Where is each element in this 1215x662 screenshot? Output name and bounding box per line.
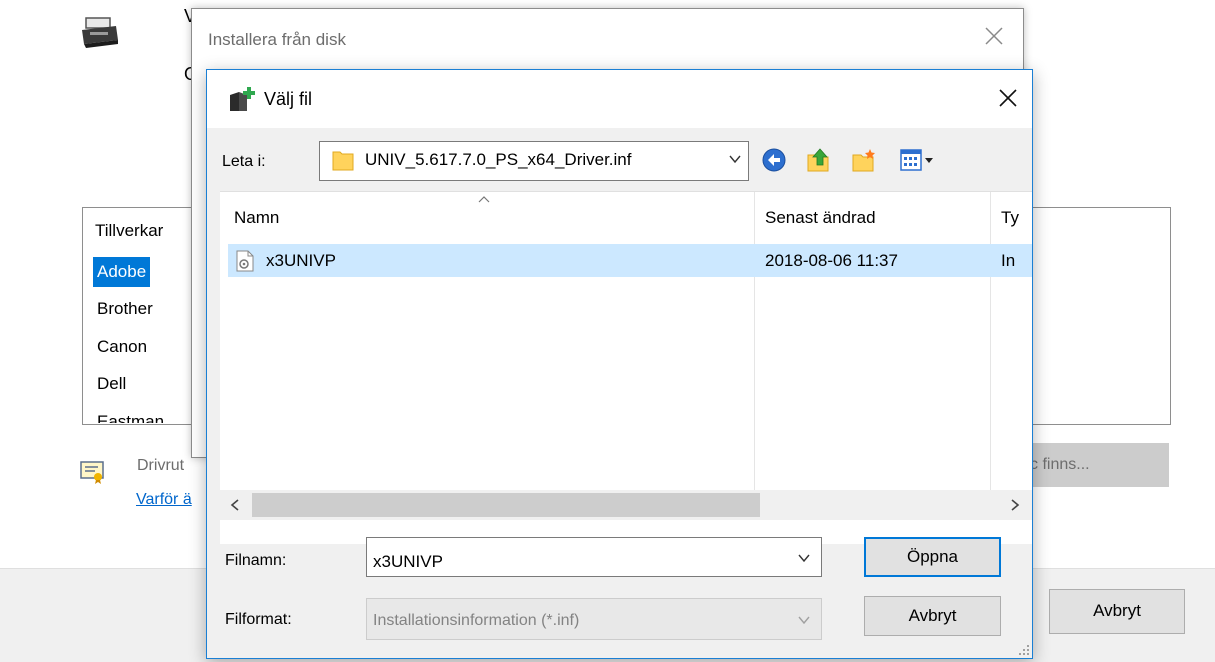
- printer-icon: [82, 17, 118, 48]
- scroll-right-icon[interactable]: [1000, 490, 1030, 520]
- look-in-label: Leta i:: [222, 153, 266, 170]
- file-name: x3UNIVP: [266, 251, 336, 270]
- column-header-modified[interactable]: Senast ändrad: [755, 192, 990, 244]
- choose-file-dialog: Välj fil Leta i: UNIV_5.617.7.0_PS_x64_D…: [206, 69, 1033, 659]
- close-icon[interactable]: [981, 23, 1007, 49]
- open-button[interactable]: Öppna: [864, 537, 1001, 577]
- certificate-icon: [80, 461, 104, 484]
- column-divider[interactable]: [990, 192, 991, 492]
- list-item[interactable]: Brother: [93, 294, 157, 324]
- scroll-left-icon[interactable]: [220, 490, 250, 520]
- column-header-name[interactable]: Namn: [220, 192, 754, 244]
- dialog-titlebar: Välj fil: [207, 70, 1032, 128]
- list-item[interactable]: Dell: [93, 369, 130, 399]
- file-list[interactable]: Namn Senast ändrad Ty x3UNIVP 2018-08-06…: [220, 191, 1032, 544]
- close-icon[interactable]: [996, 86, 1020, 110]
- why-important-link[interactable]: Varför ä: [136, 491, 192, 509]
- file-modified: 2018-08-06 11:37: [765, 251, 898, 270]
- back-icon[interactable]: [761, 147, 787, 173]
- dialog-title: Installera från disk: [208, 30, 346, 49]
- column-header-type[interactable]: Ty: [991, 192, 1032, 244]
- chevron-down-icon: [729, 155, 741, 164]
- column-divider[interactable]: [754, 192, 755, 492]
- have-disk-button[interactable]: c finns...: [1010, 443, 1169, 487]
- chevron-down-icon: [798, 616, 810, 625]
- horizontal-scrollbar[interactable]: [220, 490, 1032, 520]
- resize-grip-icon[interactable]: [1016, 642, 1030, 656]
- up-folder-icon[interactable]: [806, 147, 832, 173]
- look-in-dropdown[interactable]: UNIV_5.617.7.0_PS_x64_Driver.inf: [319, 141, 749, 181]
- setup-file-icon: [236, 250, 254, 272]
- file-row[interactable]: x3UNIVP 2018-08-06 11:37 In: [228, 244, 1032, 277]
- filename-value: x3UNIVP: [373, 552, 443, 571]
- driver-signature-message: Drivrut: [137, 457, 185, 474]
- look-in-value: UNIV_5.617.7.0_PS_x64_Driver.inf: [365, 150, 632, 169]
- new-folder-icon[interactable]: [851, 147, 877, 173]
- filetype-dropdown[interactable]: Installationsinformation (*.inf): [366, 598, 822, 640]
- filetype-label: Filformat:: [225, 611, 292, 628]
- list-item[interactable]: Adobe: [93, 257, 151, 287]
- open-file-icon: [230, 87, 255, 111]
- chevron-down-icon[interactable]: [797, 551, 811, 565]
- wizard-cancel-button[interactable]: Avbryt: [1049, 589, 1185, 634]
- cancel-button[interactable]: Avbryt: [864, 596, 1001, 636]
- scrollbar-thumb[interactable]: [252, 493, 760, 517]
- list-item[interactable]: Canon: [93, 332, 151, 362]
- filetype-value: Installationsinformation (*.inf): [373, 612, 580, 629]
- folder-icon: [332, 151, 354, 171]
- file-type: In: [1001, 251, 1016, 270]
- dialog-title: Välj fil: [264, 89, 313, 109]
- filename-input[interactable]: x3UNIVP: [366, 537, 822, 577]
- list-item[interactable]: Eastman: [93, 407, 168, 423]
- view-menu-icon[interactable]: [899, 147, 939, 173]
- filename-label: Filnamn:: [225, 552, 287, 569]
